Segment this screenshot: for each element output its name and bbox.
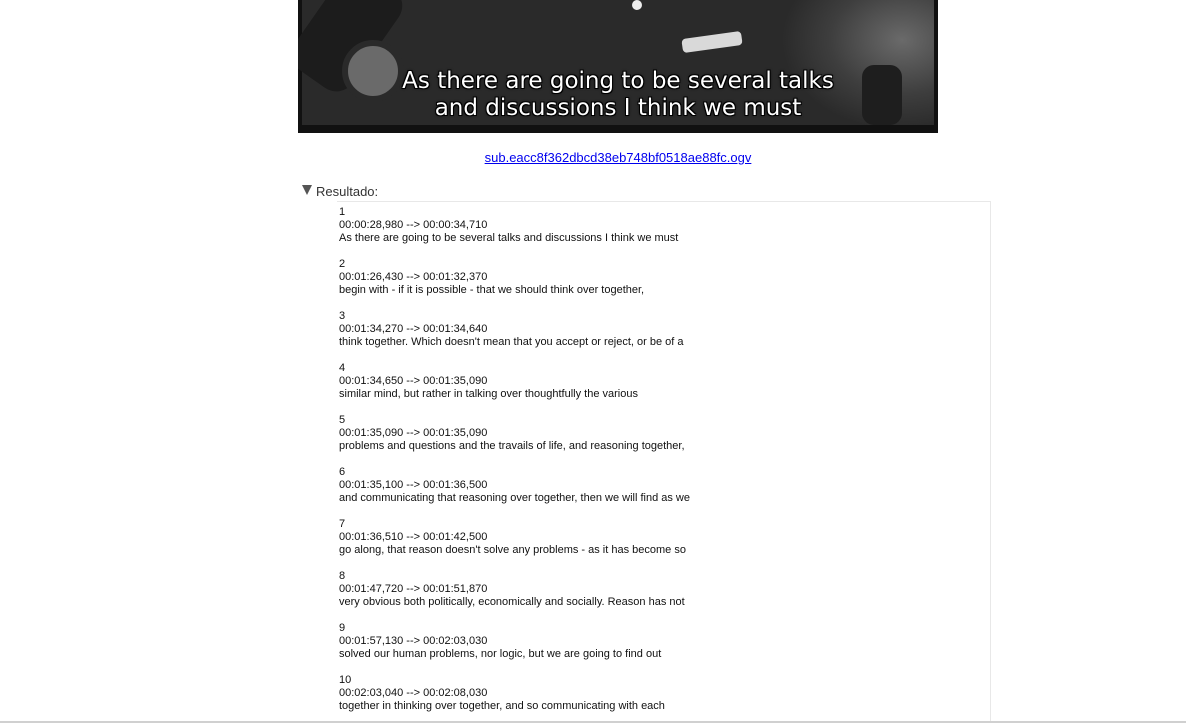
video-scene-shape bbox=[632, 0, 642, 10]
cue-time: 00:01:34,270 --> 00:01:34,640 bbox=[339, 323, 488, 335]
cue-index: 6 bbox=[339, 466, 346, 478]
cue-text: begin with - if it is possible - that we… bbox=[339, 284, 645, 296]
video-scene-shape bbox=[681, 30, 743, 54]
file-link-container: sub.eacc8f362dbcd38eb748bf0518ae88fc.ogv bbox=[0, 150, 1186, 165]
page: As there are going to be several talks a… bbox=[0, 0, 1186, 723]
video-player[interactable]: As there are going to be several talks a… bbox=[298, 0, 938, 133]
cue-text: problems and questions and the travails … bbox=[339, 440, 685, 452]
cue-text: solved our human problems, nor logic, bu… bbox=[339, 648, 662, 660]
cue-index: 3 bbox=[339, 310, 346, 322]
subtitle-cue: 7 00:01:36,510 --> 00:01:42,500 go along, … bbox=[339, 518, 990, 557]
subtitle-cue: 1 00:00:28,980 --> 00:00:34,710 As there a… bbox=[339, 206, 990, 245]
cue-time: 00:01:57,130 --> 00:02:03,030 bbox=[339, 635, 488, 647]
cue-text: think together. Which doesn't mean that … bbox=[339, 336, 684, 348]
cue-index: 2 bbox=[339, 258, 346, 270]
cue-index: 4 bbox=[339, 362, 346, 374]
subtitle-cue: 10 00:02:03,040 --> 00:02:08,030 together … bbox=[339, 674, 990, 713]
subtitle-cue: 9 00:01:57,130 --> 00:02:03,030 solved our… bbox=[339, 622, 990, 661]
cue-time: 00:01:36,510 --> 00:01:42,500 bbox=[339, 531, 488, 543]
cue-text: go along, that reason doesn't solve any … bbox=[339, 544, 686, 556]
cue-text: and communicating that reasoning over to… bbox=[339, 492, 690, 504]
cue-time: 00:01:26,430 --> 00:01:32,370 bbox=[339, 271, 488, 283]
cue-index: 9 bbox=[339, 622, 346, 634]
cue-text: As there are going to be several talks a… bbox=[339, 232, 679, 244]
cue-time: 00:02:03,040 --> 00:02:08,030 bbox=[339, 687, 488, 699]
cue-time: 00:01:34,650 --> 00:01:35,090 bbox=[339, 375, 488, 387]
subtitle-cue: 3 00:01:34,270 --> 00:01:34,640 think toge… bbox=[339, 310, 990, 349]
subtitle-cue: 2 00:01:26,430 --> 00:01:32,370 begin with… bbox=[339, 258, 990, 297]
subtitle-cue: 5 00:01:35,090 --> 00:01:35,090 problems a… bbox=[339, 414, 990, 453]
cue-index: 7 bbox=[339, 518, 346, 530]
video-caption-line: As there are going to be several talks bbox=[402, 68, 834, 94]
subtitle-file-link[interactable]: sub.eacc8f362dbcd38eb748bf0518ae88fc.ogv bbox=[485, 150, 752, 165]
cue-text: very obvious both politically, economica… bbox=[339, 596, 685, 608]
cue-time: 00:01:35,090 --> 00:01:35,090 bbox=[339, 427, 488, 439]
subtitle-cue: 4 00:01:34,650 --> 00:01:35,090 similar mi… bbox=[339, 362, 990, 401]
subtitle-cue-list: 1 00:00:28,980 --> 00:00:34,710 As there a… bbox=[337, 202, 990, 713]
cue-index: 1 bbox=[339, 206, 346, 218]
subtitle-cue: 6 00:01:35,100 --> 00:01:36,500 and commun… bbox=[339, 466, 990, 505]
cue-time: 00:01:47,720 --> 00:01:51,870 bbox=[339, 583, 488, 595]
results-panel: 1 00:00:28,980 --> 00:00:34,710 As there a… bbox=[337, 201, 991, 723]
subtitle-cue: 8 00:01:47,720 --> 00:01:51,870 very obvio… bbox=[339, 570, 990, 609]
disclosure-triangle-icon bbox=[302, 185, 312, 195]
cue-index: 5 bbox=[339, 414, 346, 426]
video-caption: As there are going to be several talks a… bbox=[298, 68, 938, 122]
cue-index: 10 bbox=[339, 674, 352, 686]
cue-text: similar mind, but rather in talking over… bbox=[339, 388, 638, 400]
results-summary[interactable]: Resultado: bbox=[302, 184, 378, 199]
cue-time: 00:00:28,980 --> 00:00:34,710 bbox=[339, 219, 488, 231]
video-caption-line: and discussions I think we must bbox=[434, 95, 802, 121]
cue-index: 8 bbox=[339, 570, 346, 582]
results-summary-label: Resultado: bbox=[316, 184, 379, 199]
cue-text: together in thinking over together, and … bbox=[339, 700, 665, 712]
cue-time: 00:01:35,100 --> 00:01:36,500 bbox=[339, 479, 488, 491]
